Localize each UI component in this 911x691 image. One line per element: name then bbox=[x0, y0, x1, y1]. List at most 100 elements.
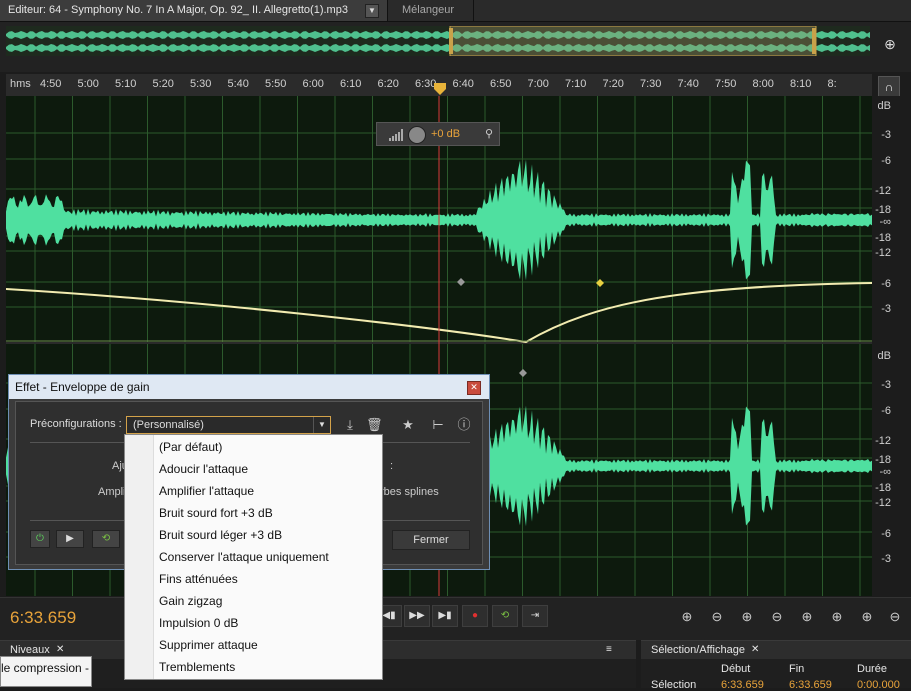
loop-icon[interactable]: ⟲ bbox=[492, 605, 518, 627]
zoom-out-full-icon[interactable]: ⊖ bbox=[884, 608, 906, 626]
routing-icon[interactable]: ⊢ bbox=[430, 417, 446, 433]
star-icon[interactable]: ★ bbox=[400, 417, 416, 433]
gain-hud[interactable]: +0 dB ⚲ bbox=[376, 122, 500, 146]
waveform-overview[interactable] bbox=[0, 22, 911, 72]
ruler-tick: 5:30 bbox=[190, 78, 212, 90]
close-icon[interactable]: ✕ bbox=[56, 644, 64, 655]
ruler-tick: 4:50 bbox=[40, 78, 62, 90]
tab-bar: Editeur: 64 - Symphony No. 7 In A Major,… bbox=[0, 0, 911, 22]
ruler-unit: hms bbox=[10, 78, 31, 90]
db-tick: -6 bbox=[881, 405, 891, 417]
ruler-tick: 7:00 bbox=[527, 78, 549, 90]
preset-option[interactable]: Bruit sourd fort +3 dB bbox=[159, 506, 273, 520]
envelope-keyframe-icon bbox=[519, 369, 527, 377]
dialog-title[interactable]: Effet - Enveloppe de gain bbox=[9, 375, 489, 399]
colon-label-partial: : bbox=[390, 460, 394, 472]
tab-mixer[interactable]: Mélangeur bbox=[394, 0, 474, 21]
ruler-tick: 5:40 bbox=[227, 78, 249, 90]
levels-panel-title[interactable]: Niveaux bbox=[10, 644, 50, 656]
selection-end[interactable]: 6:33.659 bbox=[789, 679, 832, 691]
fast-forward-icon[interactable]: ▶▶ bbox=[404, 605, 430, 627]
pin-icon[interactable]: ⚲ bbox=[485, 127, 493, 140]
playhead-marker-icon[interactable] bbox=[433, 82, 447, 96]
selection-panel: Sélection/Affichage ✕ Début Fin Durée Sé… bbox=[641, 640, 911, 691]
skip-selection-icon[interactable]: ⇥ bbox=[522, 605, 548, 627]
save-preset-icon[interactable]: ⤓ bbox=[342, 417, 358, 433]
gain-value[interactable]: +0 dB bbox=[431, 128, 460, 140]
zoom-in-amplitude-icon[interactable]: ⊕ bbox=[676, 608, 698, 626]
preset-label: Préconfigurations : bbox=[30, 418, 122, 430]
ruler-tick: 8:00 bbox=[752, 78, 774, 90]
ruler-tick: 7:40 bbox=[677, 78, 699, 90]
info-icon[interactable]: ⓘ bbox=[456, 417, 472, 433]
db-tick: -12 bbox=[875, 185, 891, 197]
record-icon[interactable]: ● bbox=[462, 605, 488, 627]
ruler-tick: 5:10 bbox=[115, 78, 137, 90]
selection-duration[interactable]: 0:00.000 bbox=[857, 679, 900, 691]
tooltip: le compression - bbox=[0, 656, 92, 687]
db-tick: -18 bbox=[875, 454, 891, 466]
db-tick: -3 bbox=[881, 129, 891, 141]
ruler-tick: 8:10 bbox=[790, 78, 812, 90]
preset-select[interactable]: (Personnalisé) ▼ bbox=[126, 416, 331, 434]
gain-knob[interactable] bbox=[408, 126, 426, 144]
chevron-down-icon: ▼ bbox=[313, 417, 330, 433]
power-icon[interactable]: ⏻ bbox=[30, 530, 50, 548]
selection-row-label: Sélection bbox=[651, 679, 697, 691]
zoom-in-time-icon[interactable]: ⊕ bbox=[736, 608, 758, 626]
ruler-tick: 6:50 bbox=[490, 78, 512, 90]
ruler-tick: 7:30 bbox=[640, 78, 662, 90]
zoom-full-icon[interactable]: ⊕ bbox=[796, 608, 818, 626]
zoom-out-amplitude-icon[interactable]: ⊖ bbox=[706, 608, 728, 626]
preset-option[interactable]: Gain zigzag bbox=[159, 594, 222, 608]
selection-panel-title[interactable]: Sélection/Affichage bbox=[651, 644, 745, 656]
db-tick: -6 bbox=[881, 278, 891, 290]
preset-option[interactable]: Supprimer attaque bbox=[159, 638, 258, 652]
zoom-navigator-icon[interactable]: ⊕ bbox=[880, 34, 900, 54]
preset-option[interactable]: Fins atténuées bbox=[159, 572, 238, 586]
envelope-keyframe-icon bbox=[457, 278, 465, 286]
preset-option[interactable]: Amplifier l'attaque bbox=[159, 484, 254, 498]
trash-icon[interactable]: 🗑 bbox=[366, 417, 383, 433]
preset-option[interactable]: Impulsion 0 dB bbox=[159, 616, 238, 630]
close-icon[interactable]: ✕ bbox=[751, 644, 759, 655]
tab-editor-label: Editeur: 64 - Symphony No. 7 In A Major,… bbox=[8, 4, 348, 16]
overview-waveform bbox=[6, 26, 870, 56]
col-end: Fin bbox=[789, 663, 805, 675]
preset-option[interactable]: Bruit sourd léger +3 dB bbox=[159, 528, 282, 542]
preset-option[interactable]: Conserver l'attaque uniquement bbox=[159, 550, 329, 564]
tab-editor[interactable]: Editeur: 64 - Symphony No. 7 In A Major,… bbox=[0, 0, 388, 21]
close-button[interactable]: Fermer bbox=[392, 530, 470, 550]
play-icon[interactable]: ▶ bbox=[56, 530, 84, 548]
ruler-tick: 5:20 bbox=[152, 78, 174, 90]
db-tick: -∞ bbox=[879, 466, 891, 478]
splines-label-partial[interactable]: rbes splines bbox=[380, 486, 439, 498]
close-icon[interactable]: ✕ bbox=[467, 381, 481, 395]
ruler-tick: 7:10 bbox=[565, 78, 587, 90]
panel-menu-icon[interactable]: ≡ bbox=[606, 644, 612, 655]
selection-start[interactable]: 6:33.659 bbox=[721, 679, 764, 691]
db-tick: -6 bbox=[881, 155, 891, 167]
db-tick: -∞ bbox=[879, 216, 891, 228]
ruler-tick: 5:50 bbox=[265, 78, 287, 90]
preset-option[interactable]: (Par défaut) bbox=[159, 440, 222, 454]
ruler-tick: 7:20 bbox=[602, 78, 624, 90]
zoom-out-time-icon[interactable]: ⊖ bbox=[766, 608, 788, 626]
loop-icon[interactable]: ⟲ bbox=[92, 530, 120, 548]
preset-select-value: (Personnalisé) bbox=[133, 419, 204, 431]
preset-option[interactable]: Adoucir l'attaque bbox=[159, 462, 248, 476]
magnet-icon[interactable]: ∩ bbox=[878, 76, 900, 98]
preset-option[interactable]: Tremblements bbox=[159, 660, 235, 674]
db-tick: -3 bbox=[881, 379, 891, 391]
zoom-selection-icon[interactable]: ⊕ bbox=[856, 608, 878, 626]
volume-meter-icon bbox=[389, 129, 403, 141]
db-tick: -18 bbox=[875, 204, 891, 216]
timecode-display: 6:33.659 bbox=[10, 608, 77, 627]
zoom-in-point-icon[interactable]: ⊕ bbox=[826, 608, 848, 626]
chevron-down-icon[interactable]: ▼ bbox=[365, 4, 379, 18]
ruler-tick: 6:20 bbox=[377, 78, 399, 90]
skip-end-icon[interactable]: ▶▮ bbox=[432, 605, 458, 627]
db-tick: -18 bbox=[875, 482, 891, 494]
time-ruler[interactable]: hms 4:50 5:00 5:10 5:20 5:30 5:40 5:50 6:00 6:10… bbox=[6, 74, 872, 97]
col-duration: Durée bbox=[857, 663, 887, 675]
